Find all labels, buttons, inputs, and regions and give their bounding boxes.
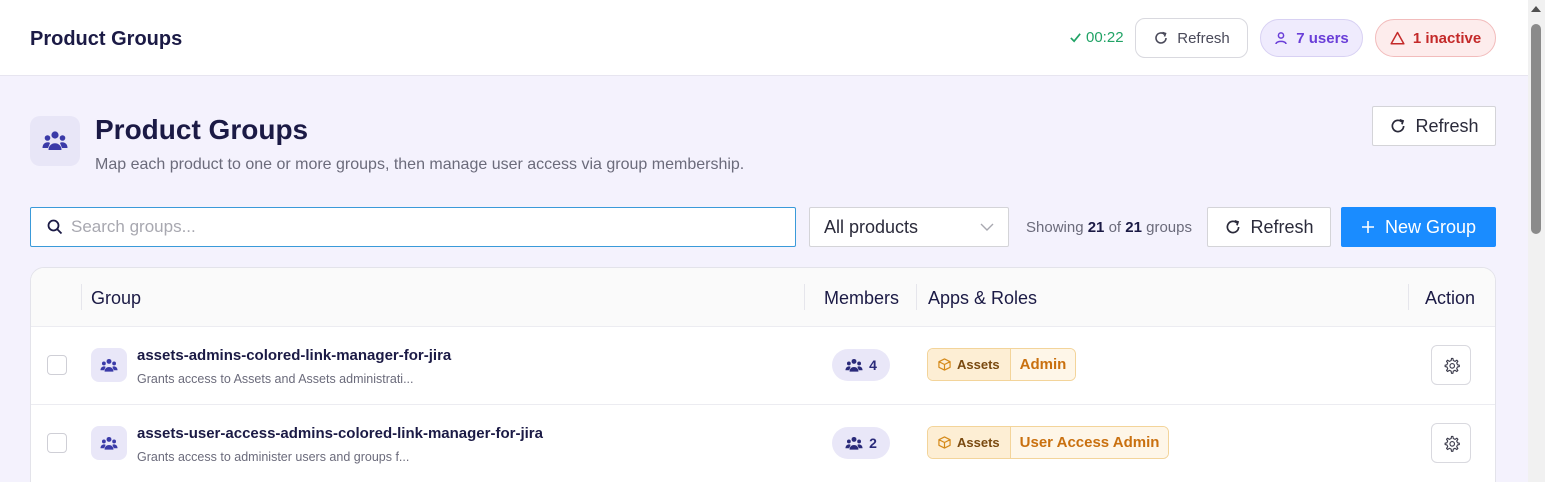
- app-title: Product Groups: [30, 28, 183, 50]
- results-summary: Showing 21 of 21 groups: [1026, 219, 1192, 236]
- inactive-count-label: 1 inactive: [1412, 29, 1482, 47]
- refresh-icon: [1155, 31, 1168, 44]
- column-divider: [804, 284, 805, 310]
- row-checkbox[interactable]: [47, 355, 67, 375]
- app-role-tag: Assets User Access Admin: [927, 426, 1170, 459]
- showing-prefix: Showing: [1026, 219, 1084, 236]
- scroll-thumb[interactable]: [1531, 24, 1541, 234]
- users-group-icon: [42, 131, 68, 150]
- toolbar-refresh-button[interactable]: Refresh: [1207, 207, 1331, 247]
- table-row[interactable]: assets-user-access-admins-colored-link-m…: [31, 405, 1495, 482]
- column-header-members[interactable]: Members: [824, 288, 899, 309]
- group-description: Grants access to administer users and gr…: [137, 450, 410, 464]
- group-name-link[interactable]: assets-user-access-admins-colored-link-m…: [137, 425, 543, 442]
- table-row[interactable]: assets-admins-colored-link-manager-for-j…: [31, 327, 1495, 405]
- showing-count: 21: [1087, 219, 1105, 236]
- topbar-refresh-label: Refresh: [1177, 29, 1230, 47]
- users-count-pill[interactable]: 7 users: [1260, 19, 1363, 57]
- showing-suffix: groups: [1146, 219, 1192, 236]
- group-icon: [91, 348, 127, 382]
- app-tag-app: Assets: [928, 349, 1011, 380]
- check-icon: [1070, 33, 1081, 43]
- app-role-tag: Assets Admin: [927, 348, 1077, 381]
- timer-value: 00:22: [1086, 29, 1124, 46]
- app-tag-app-label: Assets: [957, 357, 1000, 372]
- users-group-icon: [100, 358, 118, 372]
- refresh-icon: [1227, 220, 1240, 234]
- session-timer: 00:22: [1069, 29, 1124, 46]
- search-input[interactable]: [71, 217, 771, 237]
- column-divider: [81, 284, 82, 310]
- column-header-apps-roles[interactable]: Apps & Roles: [928, 288, 1037, 309]
- new-group-label: New Group: [1384, 216, 1477, 237]
- showing-of: of: [1108, 219, 1122, 236]
- box-icon: [938, 358, 951, 371]
- header-refresh-button[interactable]: Refresh: [1372, 106, 1496, 146]
- column-header-group[interactable]: Group: [91, 288, 141, 309]
- app-tag-app-label: Assets: [957, 435, 1000, 450]
- topbar-refresh-button[interactable]: Refresh: [1135, 18, 1248, 58]
- showing-total: 21: [1125, 219, 1142, 236]
- column-divider: [1408, 284, 1409, 310]
- search-icon: [47, 219, 63, 235]
- toolbar-refresh-label: Refresh: [1250, 216, 1314, 237]
- search-box[interactable]: [30, 207, 796, 247]
- refresh-icon: [1392, 119, 1405, 133]
- top-bar: Product Groups 00:22 Refresh 7 users 1 i…: [0, 0, 1528, 76]
- column-header-action: Action: [1425, 288, 1476, 308]
- plus-icon: [1361, 221, 1374, 233]
- user-icon: [1275, 32, 1287, 45]
- group-icon: [91, 426, 127, 460]
- gear-icon: [1444, 357, 1460, 374]
- row-checkbox[interactable]: [47, 433, 67, 453]
- page-icon: [30, 116, 80, 166]
- members-count-badge[interactable]: 2: [832, 427, 890, 459]
- users-group-icon: [845, 358, 863, 372]
- app-tag-app: Assets: [928, 427, 1011, 458]
- members-count: 2: [869, 435, 877, 451]
- gear-icon: [1444, 435, 1460, 452]
- users-group-icon: [845, 436, 863, 450]
- groups-table: Group Members Apps & Roles Action assets…: [30, 267, 1496, 482]
- app-tag-role-label: Admin: [1010, 349, 1076, 380]
- users-count-label: 7 users: [1296, 29, 1349, 47]
- members-count: 4: [869, 357, 877, 373]
- page-subtitle: Map each product to one or more groups, …: [95, 156, 745, 173]
- users-group-icon: [100, 436, 118, 450]
- product-filter-select[interactable]: All products: [809, 207, 1009, 247]
- scroll-up-arrow-icon[interactable]: [1531, 6, 1541, 12]
- warning-triangle-icon: [1390, 31, 1405, 45]
- new-group-button[interactable]: New Group: [1341, 207, 1496, 247]
- inactive-count-pill[interactable]: 1 inactive: [1375, 19, 1496, 57]
- row-settings-button[interactable]: [1431, 345, 1471, 385]
- table-header: Group Members Apps & Roles Action: [31, 268, 1495, 327]
- product-filter-value: All products: [824, 216, 919, 237]
- chevron-down-icon: [980, 223, 994, 231]
- group-name-link[interactable]: assets-admins-colored-link-manager-for-j…: [137, 347, 451, 364]
- page-scrollbar[interactable]: [1528, 0, 1545, 482]
- group-description: Grants access to Assets and Assets admin…: [137, 372, 414, 386]
- row-settings-button[interactable]: [1431, 423, 1471, 463]
- page-title: Product Groups: [95, 114, 309, 145]
- app-tag-role-label: User Access Admin: [1010, 427, 1169, 458]
- box-icon: [938, 436, 951, 449]
- column-divider: [916, 284, 917, 310]
- members-count-badge[interactable]: 4: [832, 349, 890, 381]
- header-refresh-label: Refresh: [1415, 115, 1479, 136]
